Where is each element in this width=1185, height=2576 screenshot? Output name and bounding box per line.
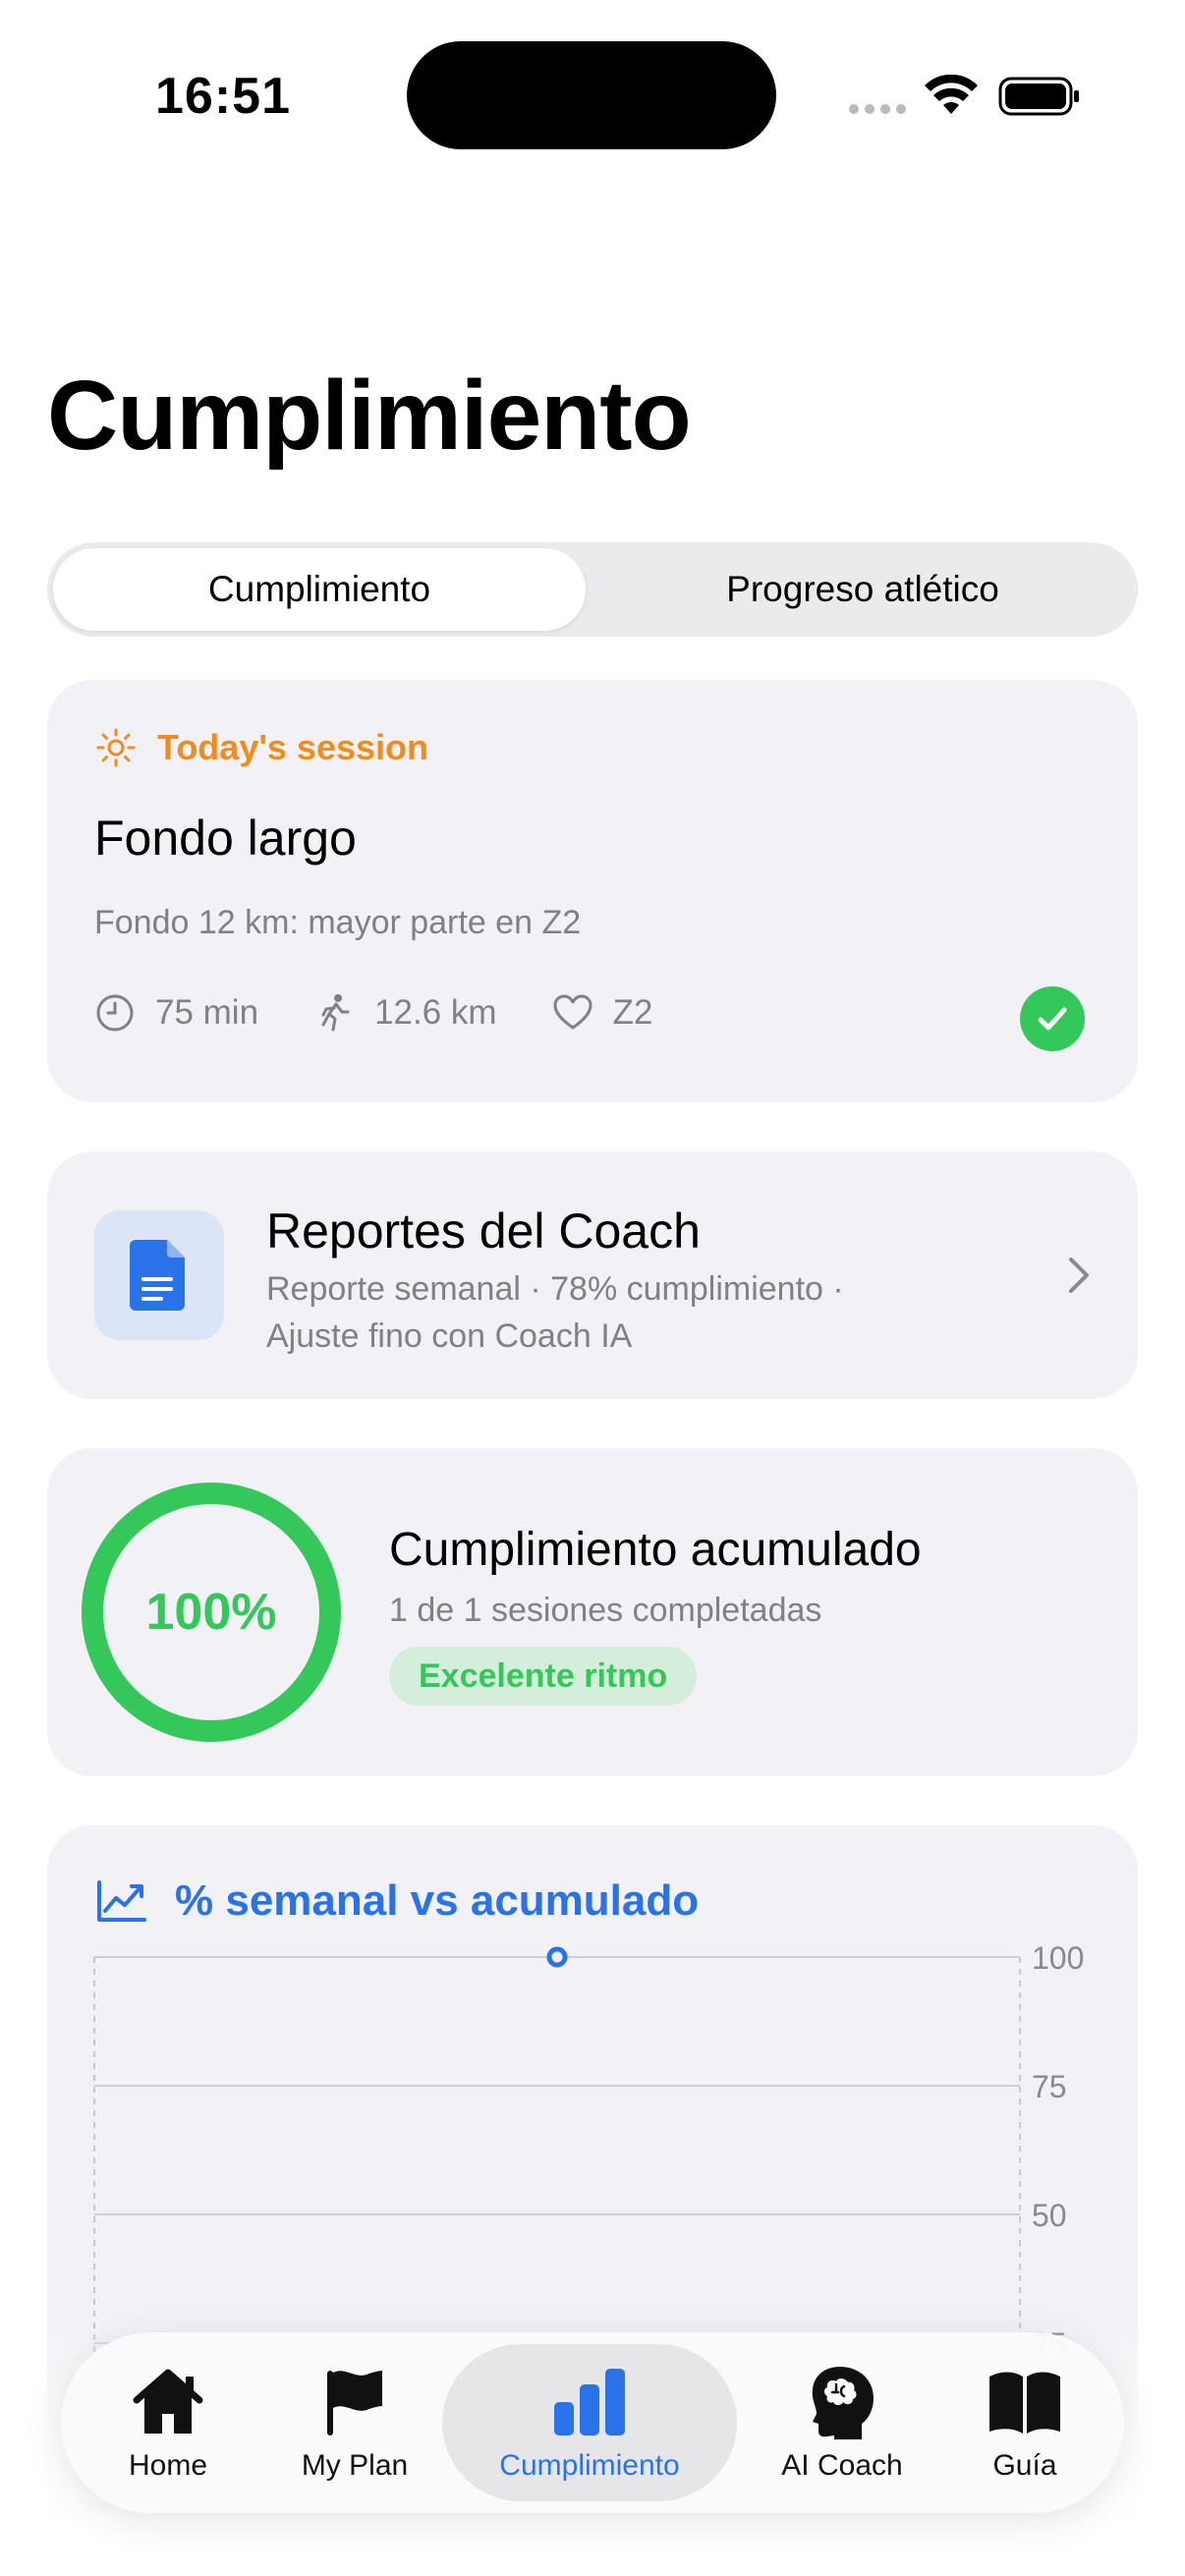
flag-icon	[327, 2371, 382, 2436]
today-session-card[interactable]: Today's session Fondo largo Fondo 12 km:…	[47, 680, 1138, 1102]
cumulative-compliance-card: 100% Cumplimiento acumulado 1 de 1 sesio…	[47, 1448, 1138, 1776]
tab-bar: Home My Plan Cumplimiento AI Coach Guía	[61, 2332, 1124, 2513]
cumulative-title: Cumplimiento acumulado	[389, 1524, 922, 1576]
session-description: Fondo 12 km: mayor parte en Z2	[94, 904, 582, 941]
status-badge: Excelente ritmo	[389, 1647, 698, 1706]
chart-y-tick-label: 50	[1032, 2198, 1067, 2233]
tab-cumplimiento[interactable]: Cumplimiento	[442, 2344, 737, 2501]
chart-bar-icon	[554, 2369, 625, 2436]
chart-title: % semanal vs acumulado	[175, 1876, 700, 1925]
chart-y-tick-label: 100	[1032, 1940, 1084, 1976]
document-icon	[94, 1210, 224, 1340]
cellular-signal-icon	[849, 104, 906, 114]
today-session-label: Today's session	[157, 727, 428, 767]
chart-data-point	[546, 1946, 568, 1968]
reports-title: Reportes del Coach	[266, 1204, 701, 1259]
battery-icon	[998, 77, 1079, 116]
dynamic-island	[407, 41, 776, 149]
coach-reports-card[interactable]: Reportes del Coach Reporte semanal · 78%…	[47, 1151, 1138, 1399]
metric-distance: 12.6 km	[313, 992, 497, 1034]
segmented-control: Cumplimiento Progreso atlético	[47, 542, 1138, 637]
tab-my-plan[interactable]: My Plan	[271, 2344, 438, 2501]
chevron-right-icon	[1069, 1258, 1089, 1293]
status-time: 16:51	[155, 68, 291, 125]
tab-home[interactable]: Home	[85, 2344, 252, 2501]
book-icon	[989, 2372, 1060, 2434]
cumulative-subtitle: 1 de 1 sesiones completadas	[389, 1592, 822, 1629]
house-icon	[133, 2369, 203, 2434]
metric-duration: 75 min	[94, 992, 258, 1034]
tab-ai-coach[interactable]: AI Coach	[749, 2344, 935, 2501]
progress-percent: 100%	[145, 1584, 277, 1641]
clock-icon	[96, 994, 134, 1032]
chart-y-tick-label: 75	[1032, 2069, 1067, 2104]
completed-check-icon	[1020, 986, 1085, 1051]
running-figure-icon	[321, 994, 350, 1032]
metric-zone: Z2	[552, 992, 652, 1034]
reports-subtitle: Reporte semanal · 78% cumplimiento · Aju…	[266, 1270, 844, 1355]
session-metrics: 75 min 12.6 km Z2	[94, 992, 707, 1034]
segment-progreso-atletico[interactable]: Progreso atlético	[593, 548, 1132, 631]
brain-head-icon	[812, 2367, 874, 2439]
sun-icon	[96, 728, 136, 767]
session-title: Fondo largo	[94, 811, 357, 866]
segment-cumplimiento[interactable]: Cumplimiento	[53, 548, 586, 631]
page-title: Cumplimiento	[47, 361, 692, 471]
wifi-icon	[925, 75, 978, 114]
trend-chart-icon	[97, 1880, 146, 1922]
tab-guia[interactable]: Guía	[941, 2344, 1108, 2501]
heart-icon	[553, 994, 592, 1030]
